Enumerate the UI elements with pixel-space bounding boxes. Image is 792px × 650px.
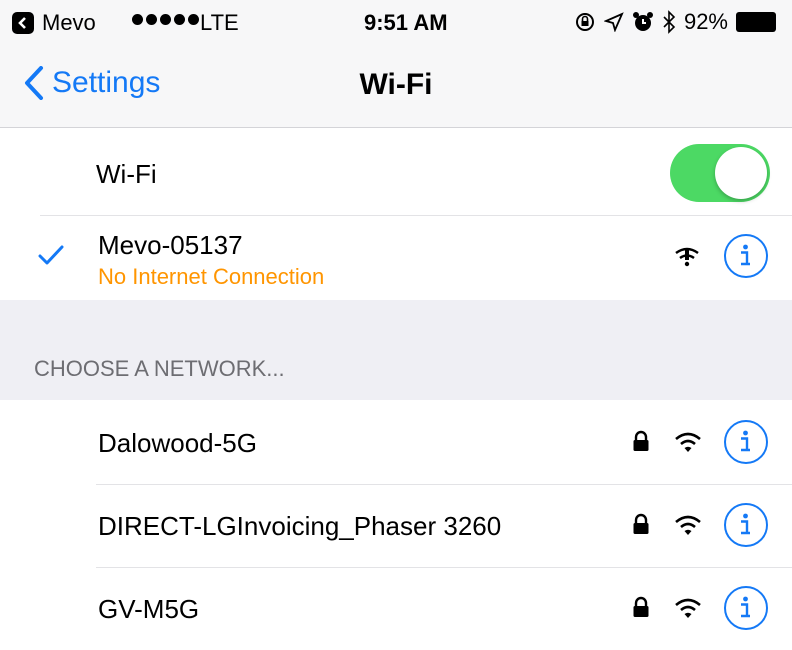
checkmark-icon bbox=[38, 245, 64, 265]
wifi-signal-icon bbox=[675, 515, 701, 535]
wifi-toggle-label: Wi-Fi bbox=[96, 159, 157, 189]
toggle-knob bbox=[715, 147, 767, 199]
back-to-app-icon bbox=[12, 12, 34, 34]
section-spacer bbox=[0, 300, 792, 400]
wifi-signal-icon bbox=[675, 598, 701, 618]
info-button[interactable] bbox=[724, 503, 768, 547]
lock-icon bbox=[633, 596, 649, 617]
info-icon bbox=[741, 430, 750, 452]
wifi-toggle-row: Wi-Fi bbox=[0, 129, 792, 215]
wifi-group: Wi-Fi Mevo-05137 No Internet Connection bbox=[0, 129, 792, 299]
network-row[interactable]: DIRECT-LGInvoicing_Phaser 3260 bbox=[0, 485, 792, 567]
battery-icon bbox=[736, 12, 776, 32]
connection-status: No Internet Connection bbox=[98, 264, 325, 289]
connected-network-row[interactable]: Mevo-05137 No Internet Connection bbox=[0, 216, 792, 299]
app-name: Mevo bbox=[42, 10, 96, 35]
status-bar: Mevo LTE 9:51 AM 92% bbox=[0, 0, 792, 50]
network-name: Dalowood-5G bbox=[98, 428, 257, 458]
back-to-app[interactable]: Mevo bbox=[12, 10, 96, 36]
network-row[interactable]: Dalowood-5G bbox=[0, 400, 792, 484]
status-icons: 92% bbox=[574, 9, 776, 35]
network-list: Dalowood-5G DIRECT-LGInvoicing_Phaser 32… bbox=[0, 400, 792, 650]
info-icon bbox=[741, 596, 750, 618]
lock-icon bbox=[633, 513, 649, 534]
bluetooth-icon bbox=[663, 10, 676, 34]
network-name: GV-M5G bbox=[98, 594, 200, 624]
info-icon bbox=[741, 244, 750, 266]
rotation-lock-icon bbox=[575, 13, 594, 31]
network-name: DIRECT-LGInvoicing_Phaser 3260 bbox=[98, 511, 502, 541]
wifi-toggle[interactable] bbox=[670, 144, 770, 202]
network-row[interactable]: GV-M5G bbox=[0, 568, 792, 650]
info-icon bbox=[741, 513, 750, 535]
location-icon bbox=[603, 12, 624, 32]
connected-network-name: Mevo-05137 bbox=[98, 230, 243, 260]
signal-strength-icon bbox=[132, 14, 199, 25]
section-header: CHOOSE A NETWORK... bbox=[34, 356, 285, 381]
battery-percent: 92% bbox=[683, 9, 728, 34]
status-time: 9:51 AM bbox=[364, 10, 448, 35]
network-type: LTE bbox=[200, 10, 239, 35]
info-button[interactable] bbox=[724, 420, 768, 464]
top-bar: Mevo LTE 9:51 AM 92% Settings Wi-Fi bbox=[0, 0, 792, 128]
wifi-warning-icon bbox=[675, 247, 699, 267]
info-button[interactable] bbox=[724, 234, 768, 278]
wifi-signal-icon bbox=[675, 432, 701, 452]
page-title: Wi-Fi bbox=[359, 68, 433, 101]
info-button[interactable] bbox=[724, 586, 768, 630]
alarm-icon bbox=[632, 12, 653, 31]
nav-bar: Settings Wi-Fi bbox=[0, 56, 792, 118]
lock-icon bbox=[633, 430, 649, 451]
